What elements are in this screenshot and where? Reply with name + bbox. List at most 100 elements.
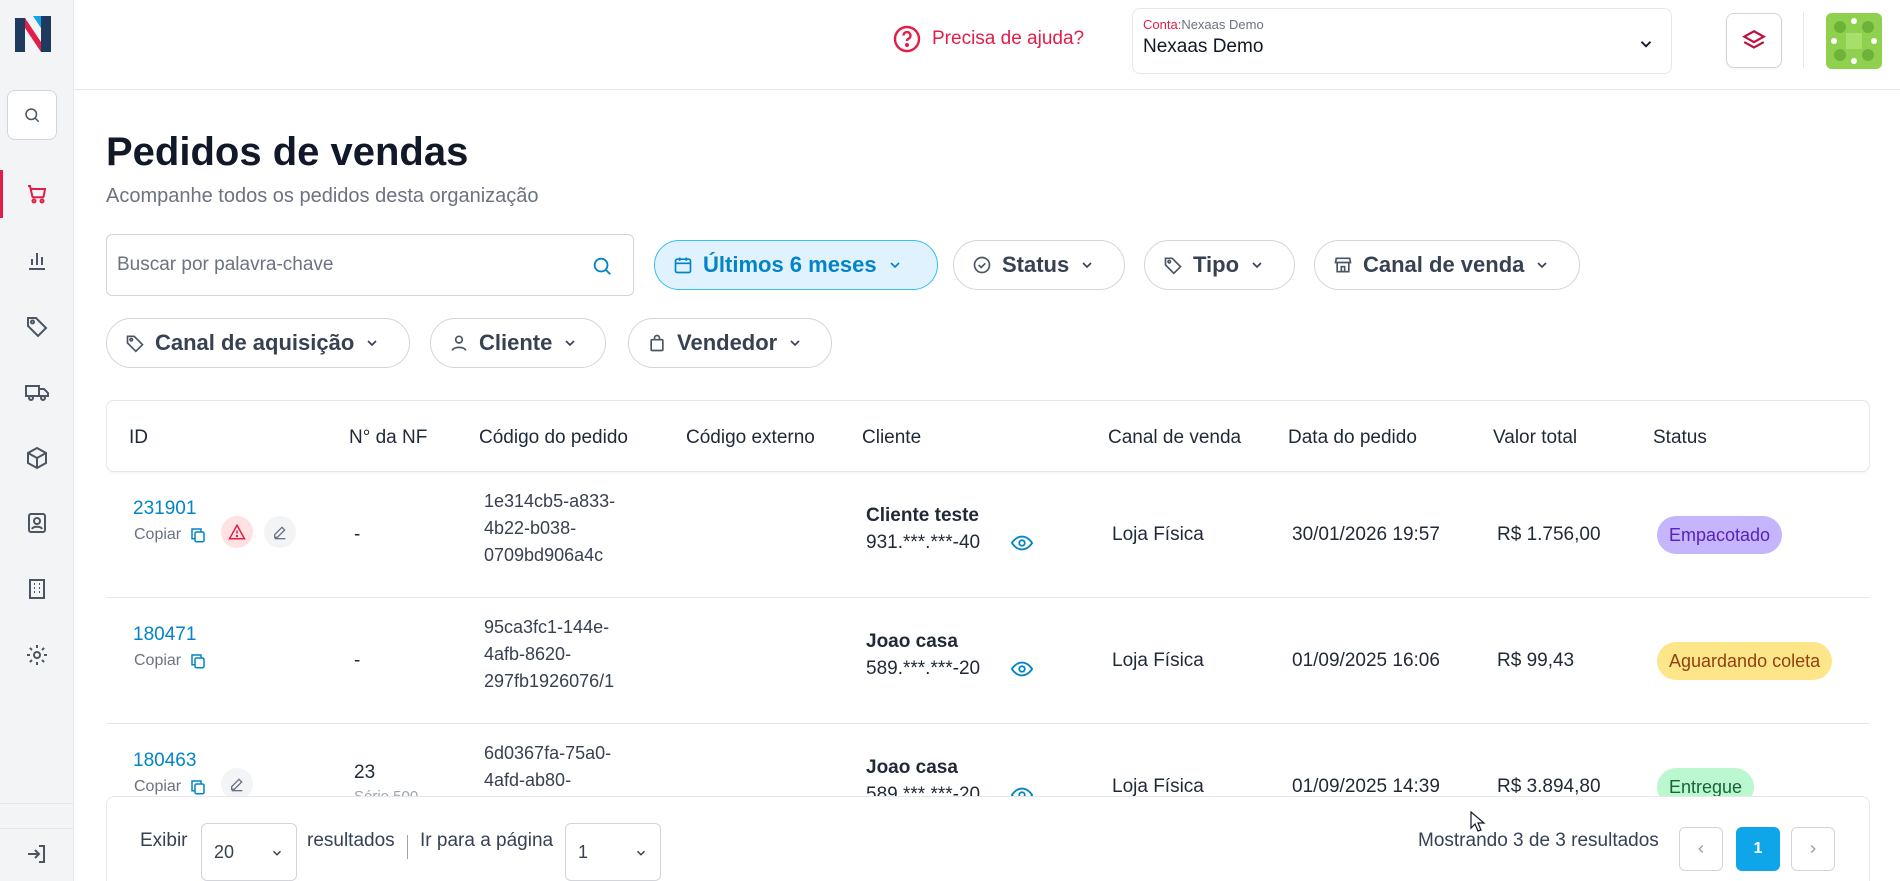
next-page-button[interactable]: [1791, 827, 1835, 871]
contact-card-icon: [28, 513, 46, 533]
filter-acquisition-channel[interactable]: Canal de aquisição: [106, 318, 410, 368]
logout-icon: [28, 844, 45, 863]
nexaas-logo-icon[interactable]: [11, 12, 55, 56]
order-total: R$ 3.894,80: [1497, 776, 1601, 797]
client-info: Cliente teste 931.***.***-40: [866, 502, 980, 556]
sales-channel: Loja Física: [1112, 776, 1204, 797]
calendar-icon: [674, 257, 692, 274]
sidebar-search-button[interactable]: [7, 90, 57, 140]
logout-button[interactable]: [0, 828, 74, 878]
order-id-link[interactable]: 231901: [133, 498, 196, 520]
column-header-sales-channel[interactable]: Canal de venda: [1108, 427, 1241, 449]
page-size-value: 20: [214, 842, 235, 862]
client-document: 931.***.***-40: [866, 532, 981, 553]
edit-button[interactable]: [264, 516, 296, 548]
column-header-id[interactable]: ID: [129, 427, 148, 449]
goto-page-label: Ir para a página: [420, 830, 554, 851]
copy-id-button[interactable]: Copiar: [134, 526, 207, 544]
page-title: Pedidos de vendas: [106, 130, 469, 174]
box-icon: [27, 446, 47, 470]
pagination-bar: Exibir 20 resultados Ir para a página 1 …: [106, 796, 1870, 881]
filter-client[interactable]: Cliente: [430, 318, 606, 368]
order-date: 01/09/2025 14:39: [1292, 776, 1440, 797]
filter-sales-channel[interactable]: Canal de venda: [1314, 240, 1580, 290]
sidebar-item-products[interactable]: [0, 434, 74, 482]
search-icon[interactable]: [591, 255, 613, 277]
header-divider: [1803, 12, 1804, 68]
column-header-total[interactable]: Valor total: [1493, 427, 1577, 449]
sidebar-item-contacts[interactable]: [0, 499, 74, 547]
eye-icon[interactable]: [1011, 534, 1033, 552]
filter-seller-label: Vendedor: [677, 330, 778, 355]
sidebar-item-shipping[interactable]: [0, 368, 74, 416]
top-header: Precisa de ajuda? Conta:Nexaas Demo Nexa…: [74, 0, 1900, 90]
status-badge: Aguardando coleta: [1657, 642, 1833, 680]
apps-switcher-button[interactable]: [1726, 13, 1782, 68]
bag-icon: [650, 334, 664, 352]
help-circle-icon: [893, 25, 921, 53]
copy-id-button[interactable]: Copiar: [134, 778, 207, 796]
table-row[interactable]: 180471 Copiar - 95ca3fc1-144e- 4afb-8620…: [106, 598, 1870, 724]
avatar[interactable]: [1826, 13, 1882, 69]
order-id-link[interactable]: 180463: [133, 750, 196, 772]
order-id-link[interactable]: 180471: [133, 624, 196, 646]
nf-number: 23: [354, 762, 376, 783]
sidebar-item-reports[interactable]: [0, 237, 74, 285]
filter-status-label: Status: [1002, 252, 1070, 277]
sidebar: [0, 0, 74, 881]
bar-chart-icon: [29, 253, 45, 270]
gear-icon: [27, 645, 47, 665]
building-icon: [29, 579, 45, 599]
column-header-status[interactable]: Status: [1653, 427, 1707, 449]
goto-page-value: 1: [578, 842, 589, 862]
pencil-icon: [274, 526, 286, 540]
chevron-down-icon: [272, 850, 282, 856]
show-label: Exibir: [140, 830, 188, 851]
order-code: 95ca3fc1-144e- 4afb-8620- 297fb1926076/1: [484, 617, 615, 691]
copy-id-button[interactable]: Copiar: [134, 652, 207, 670]
page-size-select[interactable]: 20: [201, 823, 297, 881]
chevron-down-icon: [1537, 262, 1547, 269]
help-link[interactable]: Precisa de ajuda?: [892, 22, 1084, 56]
search-box: [106, 234, 634, 296]
mouse-cursor-icon: [1470, 811, 1486, 832]
alert-button[interactable]: [221, 516, 253, 548]
chevron-down-icon: [636, 850, 646, 856]
user-icon: [451, 335, 467, 351]
filter-period-label: Últimos 6 meses: [703, 252, 877, 277]
help-label: Precisa de ajuda?: [932, 28, 1085, 49]
column-header-order-code[interactable]: Código do pedido: [479, 427, 628, 449]
order-total: R$ 1.756,00: [1497, 524, 1601, 545]
chevron-down-icon: [565, 340, 575, 347]
column-header-external-code[interactable]: Código externo: [686, 427, 815, 449]
sales-channel: Loja Física: [1112, 650, 1204, 671]
column-header-nf[interactable]: N° da NF: [349, 427, 427, 449]
copy-label: Copiar: [134, 652, 182, 669]
filter-type[interactable]: Tipo: [1144, 240, 1295, 290]
chevron-right-icon: [1810, 844, 1816, 854]
filter-period[interactable]: Últimos 6 meses: [654, 240, 938, 290]
prev-page-button[interactable]: [1679, 827, 1723, 871]
page-button-current[interactable]: 1: [1736, 827, 1780, 871]
sidebar-item-settings[interactable]: [0, 631, 74, 679]
goto-page-select[interactable]: 1: [565, 823, 661, 881]
column-header-order-date[interactable]: Data do pedido: [1288, 427, 1417, 449]
column-header-client[interactable]: Cliente: [862, 427, 921, 449]
account-selector[interactable]: Conta:Nexaas Demo Nexaas Demo: [1132, 8, 1672, 74]
filter-seller[interactable]: Vendedor: [628, 318, 832, 368]
sidebar-item-orders[interactable]: [0, 170, 74, 218]
order-date: 30/01/2026 19:57: [1292, 524, 1440, 545]
table-row[interactable]: 231901 Copiar - 1e314cb5-a833- 4b22-b038…: [106, 472, 1870, 598]
tag-icon: [126, 335, 144, 353]
sidebar-item-organization[interactable]: [0, 565, 74, 613]
tag-icon: [1164, 257, 1182, 275]
filter-status[interactable]: Status: [953, 240, 1125, 290]
eye-icon[interactable]: [1011, 660, 1033, 678]
chevron-left-icon: [1698, 844, 1704, 854]
search-input[interactable]: [117, 235, 577, 295]
copy-icon: [191, 654, 205, 669]
sidebar-item-promotions[interactable]: [0, 302, 74, 350]
footer-divider: [407, 835, 408, 859]
filter-acquisition-channel-label: Canal de aquisição: [155, 330, 355, 355]
sales-channel: Loja Física: [1112, 524, 1204, 545]
